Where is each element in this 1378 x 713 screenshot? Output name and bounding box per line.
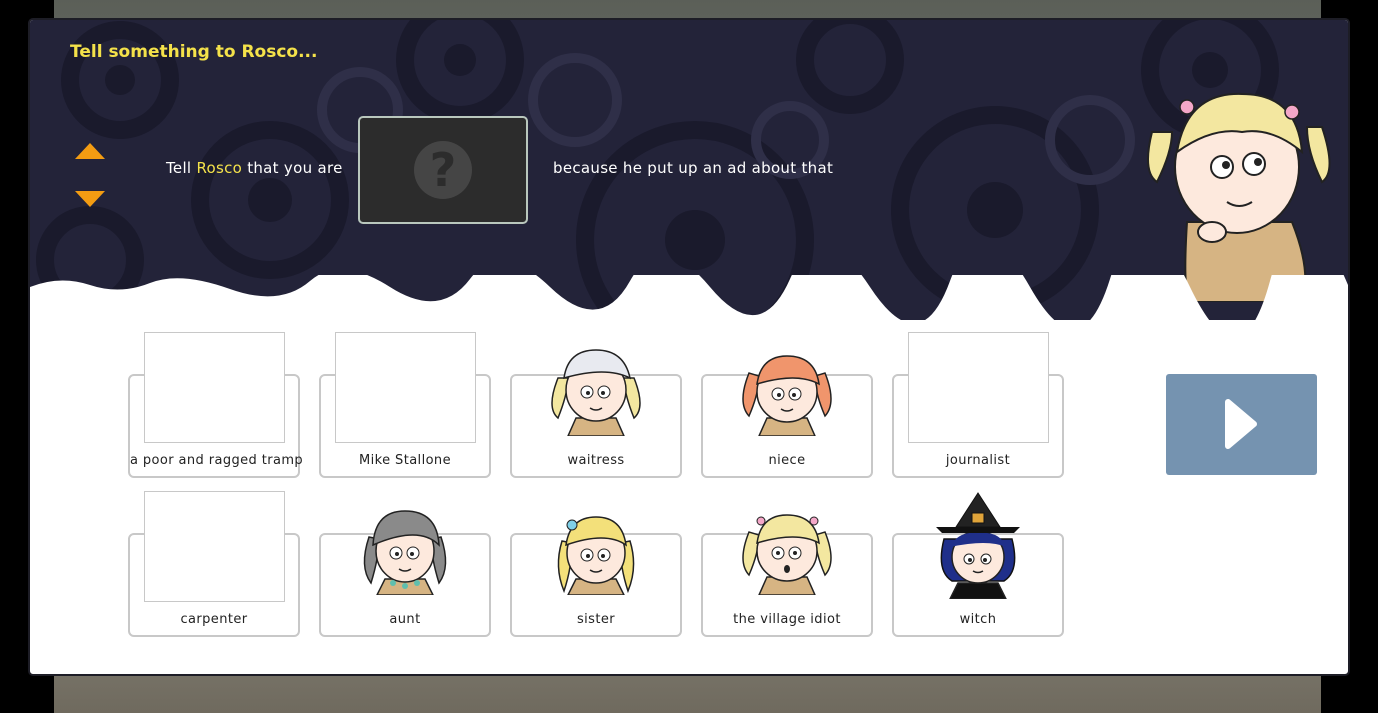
choice-label: waitress	[567, 453, 625, 468]
thinking-girl-portrait	[1147, 92, 1331, 302]
waitress-portrait	[551, 349, 641, 436]
choice-card[interactable]: journalist	[892, 332, 1064, 478]
choice-label: a poor and ragged tramp	[130, 453, 304, 468]
character-name: Rosco	[196, 159, 243, 177]
choice-label: witch	[959, 612, 997, 627]
choice-picture-placeholder	[908, 332, 1049, 443]
sentence-prefix: Tell	[166, 159, 197, 177]
arrow-up-icon[interactable]	[74, 142, 106, 160]
choice-label: niece	[768, 453, 806, 468]
choice-label: journalist	[945, 453, 1011, 468]
dialogue-title: Tell something to Rosco...	[70, 42, 318, 62]
choice-label: Mike Stallone	[359, 453, 451, 468]
sentence-part-1: Tell Rosco that you are	[166, 159, 343, 177]
witch-portrait	[936, 492, 1020, 599]
choice-card[interactable]: Mike Stallone	[319, 332, 491, 478]
choice-picture-placeholder	[335, 332, 476, 443]
sentence-suffix: that you are	[242, 159, 343, 177]
choice-picture-placeholder	[144, 332, 285, 443]
village-idiot-portrait	[742, 514, 832, 595]
choice-label: sister	[577, 612, 615, 627]
dialogue-header: Tell something to Rosco... Tell Rosco th…	[30, 20, 1348, 320]
choice-label: the village idiot	[733, 612, 841, 627]
choice-card[interactable]: carpenter	[128, 491, 300, 637]
choice-card[interactable]: aunt	[319, 510, 491, 637]
question-mark-icon: ?	[414, 141, 472, 199]
next-button[interactable]	[1166, 374, 1317, 475]
choice-card[interactable]: waitress	[510, 349, 682, 478]
dialogue-panel: Tell something to Rosco... Tell Rosco th…	[28, 18, 1350, 676]
niece-portrait	[742, 355, 832, 436]
choice-label: aunt	[389, 612, 421, 627]
choice-card[interactable]: the village idiot	[701, 514, 873, 637]
choice-label: carpenter	[180, 612, 248, 627]
arrow-down-icon[interactable]	[74, 190, 106, 208]
choice-card[interactable]: niece	[701, 355, 873, 478]
choice-picture-placeholder	[144, 491, 285, 602]
choice-card[interactable]: witch	[892, 492, 1064, 637]
aunt-portrait	[363, 510, 447, 595]
sister-portrait	[557, 516, 635, 595]
answer-slot[interactable]: ?	[358, 116, 528, 224]
choice-card[interactable]: a poor and ragged tramp	[128, 332, 304, 478]
sentence-part-2: because he put up an ad about that	[553, 159, 834, 177]
play-next-icon	[1225, 399, 1257, 449]
choice-card[interactable]: sister	[510, 516, 682, 637]
torn-paper-edge	[30, 275, 1348, 320]
